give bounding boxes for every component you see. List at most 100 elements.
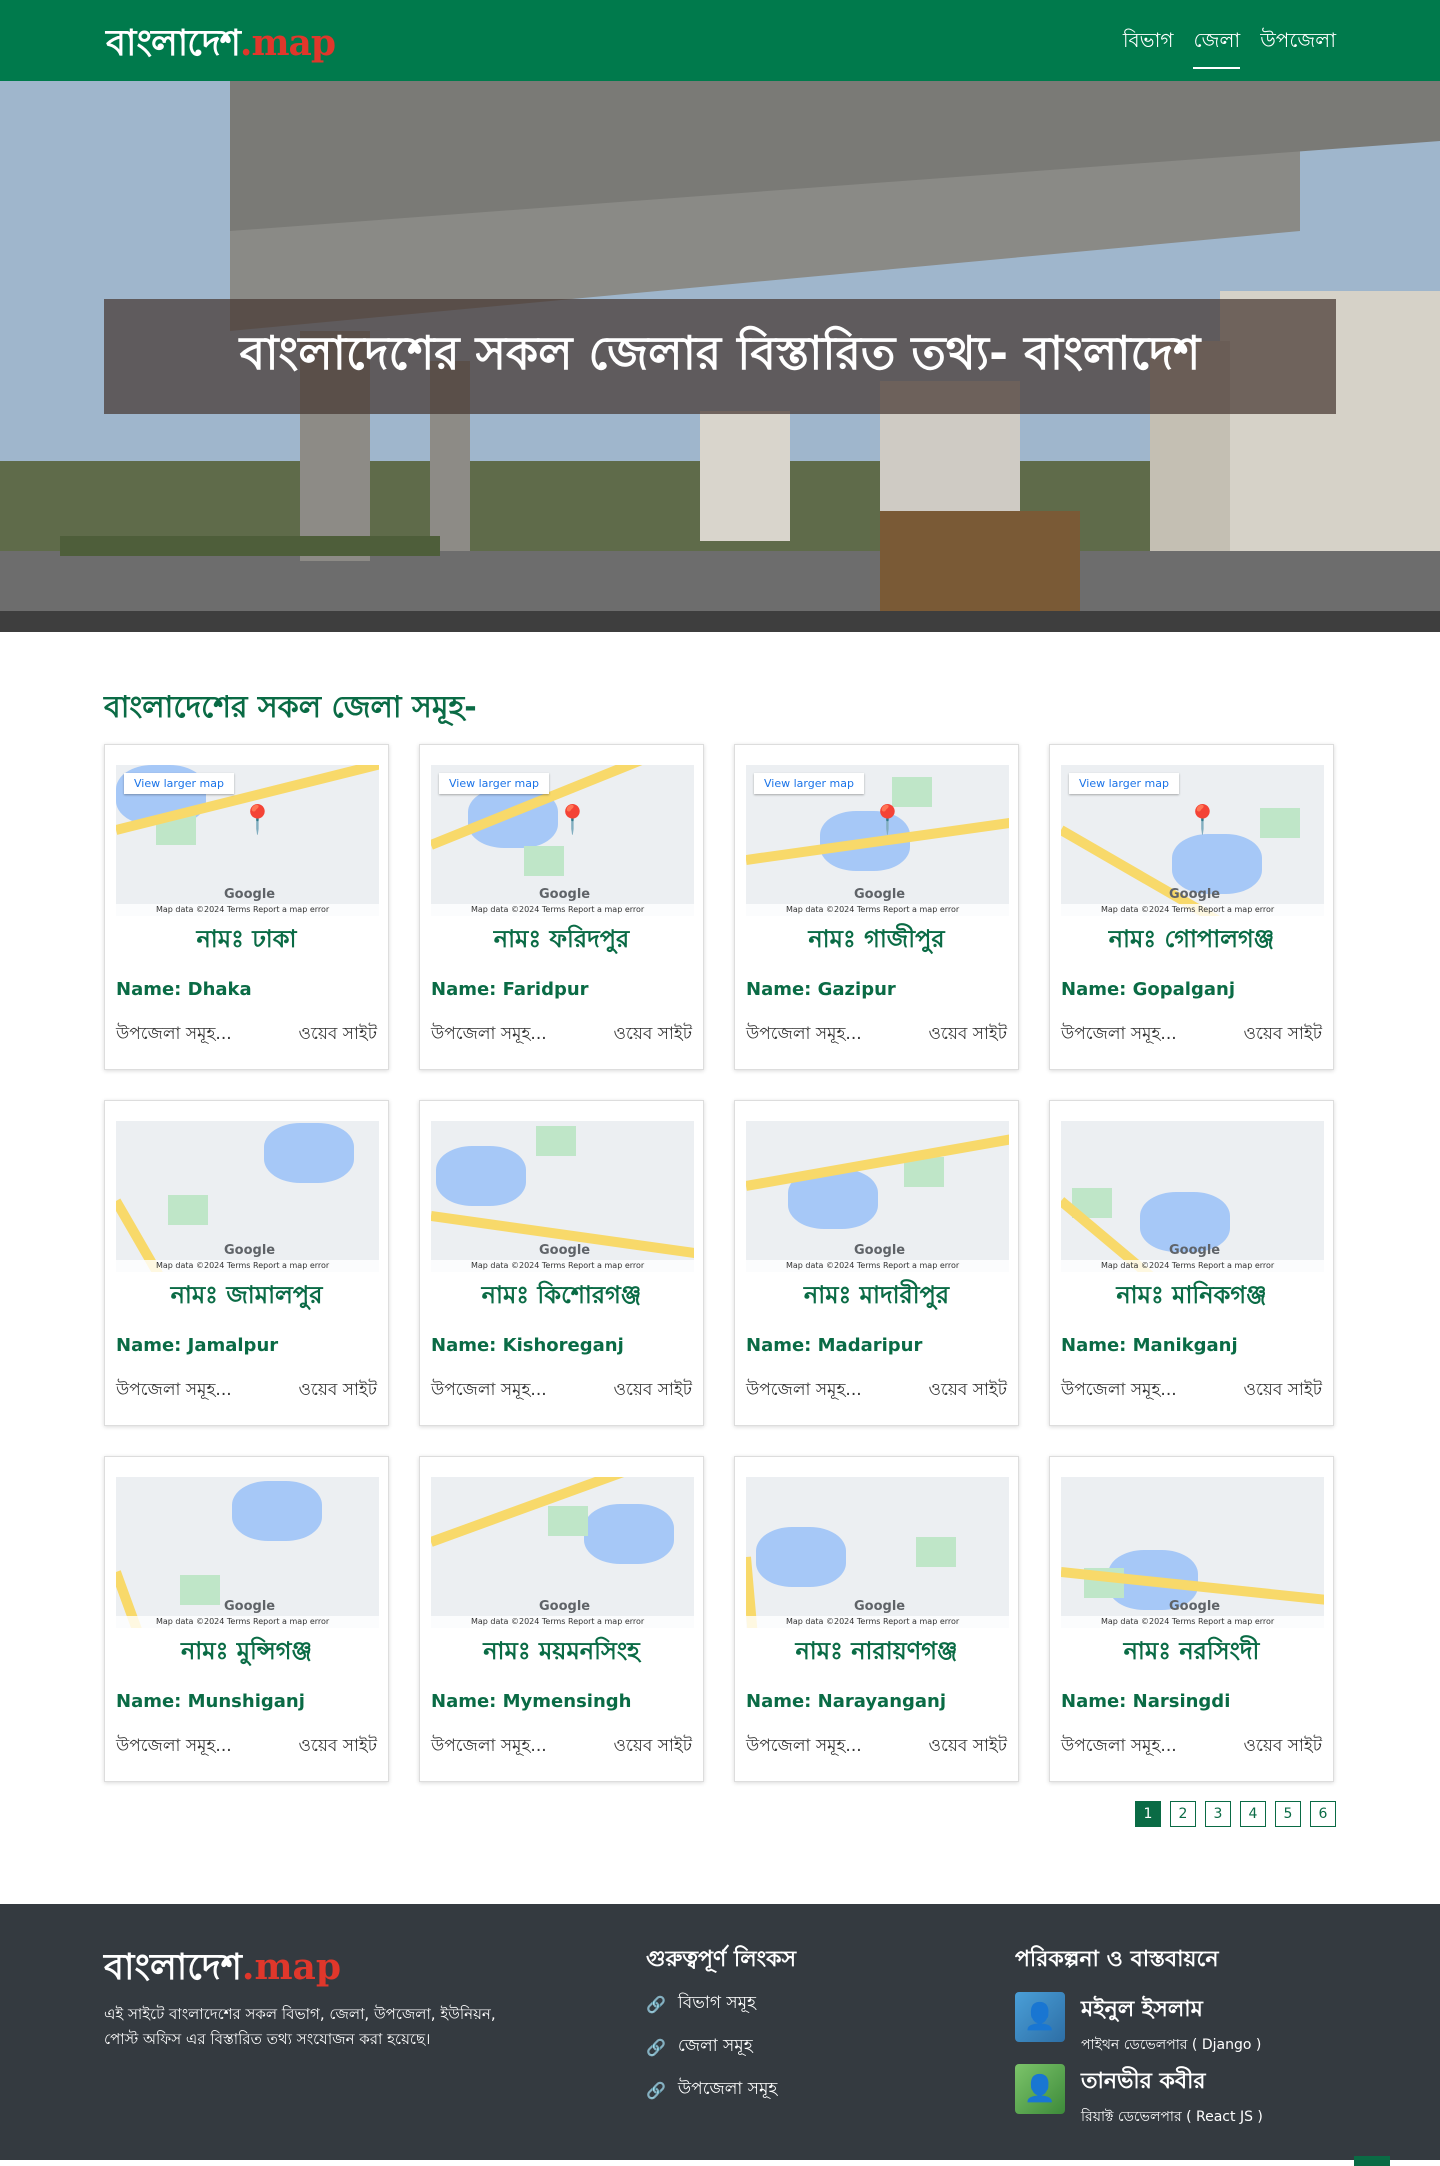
upazila-link[interactable]: উপজেলা সমূহ...	[116, 1021, 232, 1049]
district-map[interactable]: Google Map data ©2024 Terms Report a map…	[431, 1477, 694, 1628]
nav-link-division[interactable]: বিভাগ	[1123, 26, 1174, 69]
nav-links: বিভাগ জেলা উপজেলা	[1123, 26, 1336, 69]
developer-name: তানভীর কবীর	[1081, 2069, 1206, 2094]
upazila-link[interactable]: উপজেলা সমূহ...	[746, 1733, 862, 1761]
view-larger-map-link[interactable]: View larger map	[1069, 773, 1179, 794]
district-grid: View larger map 📍 Google Map data ©2024 T…	[104, 744, 1336, 1782]
website-link[interactable]: ওয়েব সাইট	[1244, 1021, 1323, 1049]
scroll-top-button[interactable]	[1354, 2156, 1390, 2166]
upazila-link[interactable]: উপজেলা সমূহ...	[431, 1733, 547, 1761]
map-pin-icon: 📍	[555, 803, 590, 836]
district-name-en: Name: Munshiganj	[116, 1691, 305, 1712]
site-logo[interactable]: বাংলাদেশ.map	[106, 16, 336, 76]
website-link[interactable]: ওয়েব সাইট	[1244, 1377, 1323, 1405]
page-button[interactable]: 1	[1135, 1801, 1161, 1827]
district-map[interactable]: Google Map data ©2024 Terms Report a map…	[746, 1477, 1009, 1628]
page-button[interactable]: 2	[1170, 1801, 1196, 1827]
map-park	[168, 1195, 208, 1225]
district-map[interactable]: Google Map data ©2024 Terms Report a map…	[431, 1121, 694, 1272]
upazila-link[interactable]: উপজেলা সমূহ...	[746, 1021, 862, 1049]
website-link[interactable]: ওয়েব সাইট	[299, 1733, 378, 1761]
map-park	[1260, 808, 1300, 838]
nav-link-district[interactable]: জেলা	[1193, 26, 1241, 69]
upazila-link[interactable]: উপজেলা সমূহ...	[1061, 1733, 1177, 1761]
map-water	[436, 1146, 526, 1206]
district-card: Google Map data ©2024 Terms Report a map…	[419, 1100, 704, 1426]
map-park	[524, 846, 564, 876]
google-logo: Google	[539, 1599, 591, 1614]
page-button[interactable]: 5	[1275, 1801, 1301, 1827]
upazila-link[interactable]: উপজেলা সমূহ...	[1061, 1377, 1177, 1405]
upazila-link[interactable]: উপজেলা সমূহ...	[431, 1377, 547, 1405]
hero-section: বাংলাদেশের সকল জেলার বিস্তারিত তথ্য- বাং…	[0, 81, 1440, 632]
district-card: View larger map 📍 Google Map data ©2024 T…	[104, 744, 389, 1070]
district-map[interactable]: Google Map data ©2024 Terms Report a map…	[116, 1121, 379, 1272]
page-button[interactable]: 4	[1240, 1801, 1266, 1827]
district-name-en: Name: Kishoreganj	[431, 1335, 624, 1356]
developer-card: 👤 তানভীর কবীর রিয়াক্ট ডেভেলপার ( React …	[1015, 2064, 1263, 2129]
district-name-bn: নামঃ কিশোরগঞ্জ	[481, 1281, 642, 1309]
website-link[interactable]: ওয়েব সাইট	[929, 1021, 1008, 1049]
upazila-link[interactable]: উপজেলা সমূহ...	[116, 1733, 232, 1761]
top-navbar: বাংলাদেশ.map বিভাগ জেলা উপজেলা	[0, 0, 1440, 81]
district-card: View larger map 📍 Google Map data ©2024 T…	[1049, 744, 1334, 1070]
district-name-en: Name: Jamalpur	[116, 1335, 279, 1356]
district-map[interactable]: Google Map data ©2024 Terms Report a map…	[1061, 1121, 1324, 1272]
website-link[interactable]: ওয়েব সাইট	[614, 1733, 693, 1761]
google-logo: Google	[1169, 1243, 1221, 1258]
google-logo: Google	[539, 887, 591, 902]
view-larger-map-link[interactable]: View larger map	[124, 773, 234, 794]
district-map[interactable]: Google Map data ©2024 Terms Report a map…	[746, 1121, 1009, 1272]
view-larger-map-link[interactable]: View larger map	[439, 773, 549, 794]
district-name-en: Name: Madaripur	[746, 1335, 923, 1356]
map-water	[756, 1527, 846, 1587]
district-name-en: Name: Mymensingh	[431, 1691, 632, 1712]
map-park	[180, 1575, 220, 1605]
hero-title: বাংলাদেশের সকল জেলার বিস্তারিত তথ্য- বাং…	[239, 325, 1201, 380]
district-name-bn: নামঃ নারায়ণগঞ্জ	[795, 1637, 958, 1665]
district-card: Google Map data ©2024 Terms Report a map…	[1049, 1456, 1334, 1782]
website-link[interactable]: ওয়েব সাইট	[614, 1377, 693, 1405]
link-icon: 🔗	[646, 1994, 666, 2014]
footer-logo[interactable]: বাংলাদেশ.map	[104, 1940, 341, 2000]
upazila-link[interactable]: উপজেলা সমূহ...	[116, 1377, 232, 1405]
district-map[interactable]: Google Map data ©2024 Terms Report a map…	[1061, 1477, 1324, 1628]
website-link[interactable]: ওয়েব সাইট	[299, 1377, 378, 1405]
website-link[interactable]: ওয়েব সাইট	[1244, 1733, 1323, 1761]
district-name-bn: নামঃ গাজীপুর	[808, 925, 945, 953]
district-name-bn: নামঃ ময়মনসিংহ	[483, 1637, 640, 1665]
upazila-link[interactable]: উপজেলা সমূহ...	[1061, 1021, 1177, 1049]
district-name-en: Name: Gopalganj	[1061, 979, 1235, 1000]
view-larger-map-link[interactable]: View larger map	[754, 773, 864, 794]
district-map[interactable]: Google Map data ©2024 Terms Report a map…	[116, 1477, 379, 1628]
nav-link-upazila[interactable]: উপজেলা	[1260, 26, 1336, 69]
district-name-en: Name: Narayanganj	[746, 1691, 947, 1712]
footer-link-division[interactable]: 🔗 বিভাগ সমূহ	[646, 1990, 777, 2018]
google-logo: Google	[224, 887, 276, 902]
page-button[interactable]: 6	[1310, 1801, 1336, 1827]
district-map[interactable]: View larger map 📍 Google Map data ©2024 T…	[431, 765, 694, 916]
map-water	[232, 1481, 322, 1541]
map-footer: Map data ©2024 Terms Report a map error	[746, 1260, 1009, 1272]
google-logo: Google	[854, 887, 906, 902]
district-map[interactable]: View larger map 📍 Google Map data ©2024 T…	[116, 765, 379, 916]
upazila-link[interactable]: উপজেলা সমূহ...	[746, 1377, 862, 1405]
page-button[interactable]: 3	[1205, 1801, 1231, 1827]
website-link[interactable]: ওয়েব সাইট	[929, 1733, 1008, 1761]
section-title: বাংলাদেশের সকল জেলা সমূহ-	[104, 690, 477, 725]
website-link[interactable]: ওয়েব সাইট	[614, 1021, 693, 1049]
map-footer: Map data ©2024 Terms Report a map error	[116, 1260, 379, 1272]
district-card: Google Map data ©2024 Terms Report a map…	[734, 1100, 1019, 1426]
district-name-bn: নামঃ গোপালগঞ্জ	[1108, 925, 1275, 953]
footer-link-upazila[interactable]: 🔗 উপজেলা সমূহ	[646, 2076, 777, 2104]
website-link[interactable]: ওয়েব সাইট	[299, 1021, 378, 1049]
district-map[interactable]: View larger map 📍 Google Map data ©2024 T…	[746, 765, 1009, 916]
footer-link-district[interactable]: 🔗 জেলা সমূহ	[646, 2033, 777, 2061]
map-footer: Map data ©2024 Terms Report a map error	[116, 1616, 379, 1628]
website-link[interactable]: ওয়েব সাইট	[929, 1377, 1008, 1405]
district-name-bn: নামঃ নরসিংদী	[1123, 1637, 1260, 1665]
avatar: 👤	[1015, 2064, 1065, 2114]
district-card: Google Map data ©2024 Terms Report a map…	[1049, 1100, 1334, 1426]
upazila-link[interactable]: উপজেলা সমূহ...	[431, 1021, 547, 1049]
district-map[interactable]: View larger map 📍 Google Map data ©2024 T…	[1061, 765, 1324, 916]
